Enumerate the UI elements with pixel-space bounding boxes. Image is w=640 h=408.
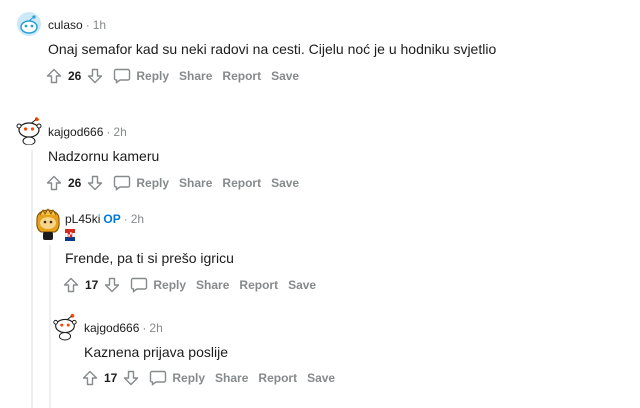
upvote-arrow-icon[interactable] xyxy=(63,277,79,293)
vote-score: 26 xyxy=(68,69,82,83)
report-button[interactable]: Report xyxy=(258,371,297,385)
comment-meta: pL45ki OP · 2h xyxy=(65,212,144,226)
meta-separator: · xyxy=(106,125,111,139)
reply-button[interactable]: Reply xyxy=(113,175,169,191)
downvote-arrow-icon[interactable] xyxy=(87,175,103,191)
timestamp[interactable]: 2h xyxy=(131,212,144,226)
reply-button[interactable]: Reply xyxy=(130,277,186,293)
comment-meta: culaso · 1h xyxy=(48,18,106,32)
comment-actions: 17 Reply Share Report Save xyxy=(82,367,345,389)
thread-line[interactable] xyxy=(31,150,33,408)
upvote-arrow-icon[interactable] xyxy=(46,68,62,84)
snoo-avatar-icon xyxy=(16,117,42,145)
speech-bubble-icon xyxy=(150,370,167,386)
save-button[interactable]: Save xyxy=(307,371,335,385)
share-button[interactable]: Share xyxy=(196,278,229,292)
vote-control: 17 xyxy=(82,370,139,386)
reply-label: Reply xyxy=(153,278,187,292)
author-name[interactable]: kajgod666 xyxy=(84,321,139,335)
vote-control: 17 xyxy=(63,277,120,293)
reply-button[interactable]: Reply xyxy=(149,370,205,386)
speech-bubble-icon xyxy=(131,277,148,293)
comment-actions: 26 Reply Share Report Save xyxy=(46,172,309,194)
user-flair xyxy=(64,228,76,246)
comment-actions: 17 Reply Share Report Save xyxy=(63,274,326,296)
avatar[interactable] xyxy=(51,311,79,341)
share-button[interactable]: Share xyxy=(215,371,248,385)
custom-avatar-icon xyxy=(36,208,60,240)
reply-label: Reply xyxy=(136,176,170,190)
timestamp[interactable]: 2h xyxy=(113,125,126,139)
meta-separator: · xyxy=(142,321,147,335)
croatia-flag-icon xyxy=(64,228,76,242)
comment-text: Kaznena prijava poslije xyxy=(84,344,228,360)
save-button[interactable]: Save xyxy=(271,176,299,190)
share-button[interactable]: Share xyxy=(179,176,212,190)
snoo-avatar-icon xyxy=(53,313,77,341)
report-button[interactable]: Report xyxy=(222,69,261,83)
vote-control: 26 xyxy=(46,68,103,84)
speech-bubble-icon xyxy=(114,175,131,191)
avatar[interactable] xyxy=(14,115,44,145)
avatar[interactable] xyxy=(33,207,63,241)
upvote-arrow-icon[interactable] xyxy=(46,175,62,191)
comment-meta: kajgod666 · 2h xyxy=(84,321,163,335)
author-name[interactable]: culaso xyxy=(48,18,83,32)
vote-control: 26 xyxy=(46,175,103,191)
comment-text: Nadzornu kameru xyxy=(48,148,160,164)
comment-text: Frende, pa ti si prešo igricu xyxy=(65,250,234,266)
op-badge: OP xyxy=(103,212,121,226)
speech-bubble-icon xyxy=(114,68,131,84)
snoo-avatar-icon xyxy=(17,12,41,36)
save-button[interactable]: Save xyxy=(288,278,316,292)
author-name[interactable]: kajgod666 xyxy=(48,125,103,139)
comment-actions: 26 Reply Share Report Save xyxy=(46,65,309,87)
timestamp[interactable]: 1h xyxy=(93,18,106,32)
meta-separator: · xyxy=(123,212,128,226)
timestamp[interactable]: 2h xyxy=(149,321,162,335)
reply-button[interactable]: Reply xyxy=(113,68,169,84)
downvote-arrow-icon[interactable] xyxy=(123,370,139,386)
vote-score: 17 xyxy=(104,371,118,385)
share-button[interactable]: Share xyxy=(179,69,212,83)
comment-meta: kajgod666 · 2h xyxy=(48,125,127,139)
reply-label: Reply xyxy=(172,371,206,385)
reply-label: Reply xyxy=(136,69,170,83)
report-button[interactable]: Report xyxy=(222,176,261,190)
vote-score: 26 xyxy=(68,176,82,190)
meta-separator: · xyxy=(85,18,90,32)
save-button[interactable]: Save xyxy=(271,69,299,83)
vote-score: 17 xyxy=(85,278,99,292)
author-name[interactable]: pL45ki xyxy=(65,212,100,226)
comment-text: Onaj semafor kad su neki radovi na cesti… xyxy=(48,41,497,57)
report-button[interactable]: Report xyxy=(239,278,278,292)
avatar[interactable] xyxy=(17,12,41,36)
downvote-arrow-icon[interactable] xyxy=(87,68,103,84)
downvote-arrow-icon[interactable] xyxy=(104,277,120,293)
upvote-arrow-icon[interactable] xyxy=(82,370,98,386)
